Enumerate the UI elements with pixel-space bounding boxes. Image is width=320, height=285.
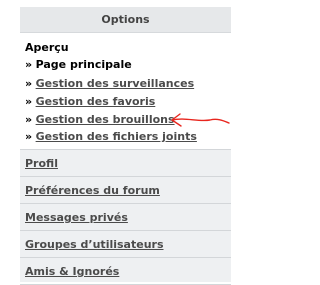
item-gestion-surveillances[interactable]: » Gestion des surveillances	[25, 77, 194, 90]
nav-link-groupes[interactable]: Groupes d’utilisateurs	[25, 238, 164, 251]
item-label[interactable]: Gestion des fichiers joints	[36, 130, 197, 143]
item-label[interactable]: Gestion des brouillons	[36, 113, 175, 126]
nav-link-messages[interactable]: Messages privés	[25, 211, 128, 224]
item-gestion-brouillons[interactable]: » Gestion des brouillons	[25, 113, 175, 126]
nav-link-profil[interactable]: Profil	[25, 157, 58, 170]
overview-section: Aperçu » Page principale » Gestion des s…	[20, 33, 231, 150]
bullet-icon: »	[25, 58, 33, 71]
item-page-principale[interactable]: » Page principale	[25, 58, 132, 71]
item-label[interactable]: Gestion des surveillances	[36, 77, 195, 90]
nav-profil: Profil	[20, 150, 231, 177]
bullet-icon: »	[25, 130, 33, 143]
nav-amis-ignores: Amis & Ignorés	[20, 258, 231, 285]
item-label[interactable]: Gestion des favoris	[36, 95, 156, 108]
item-gestion-favoris[interactable]: » Gestion des favoris	[25, 95, 155, 108]
options-panel: Options Aperçu » Page principale » Gesti…	[20, 7, 231, 285]
bullet-icon: »	[25, 95, 33, 108]
overview-title: Aperçu	[25, 41, 69, 54]
nav-link-amis[interactable]: Amis & Ignorés	[25, 265, 119, 278]
item-label: Page principale	[35, 58, 132, 71]
bullet-icon: »	[25, 113, 33, 126]
red-arrow-icon	[171, 113, 230, 127]
nav-link-preferences[interactable]: Préférences du forum	[25, 184, 160, 197]
nav-groupes: Groupes d’utilisateurs	[20, 231, 231, 258]
bullet-icon: »	[25, 77, 33, 90]
nav-preferences-forum: Préférences du forum	[20, 177, 231, 204]
options-header: Options	[20, 7, 231, 33]
nav-messages-prives: Messages privés	[20, 204, 231, 231]
item-gestion-fichiers-joints[interactable]: » Gestion des fichiers joints	[25, 130, 197, 143]
